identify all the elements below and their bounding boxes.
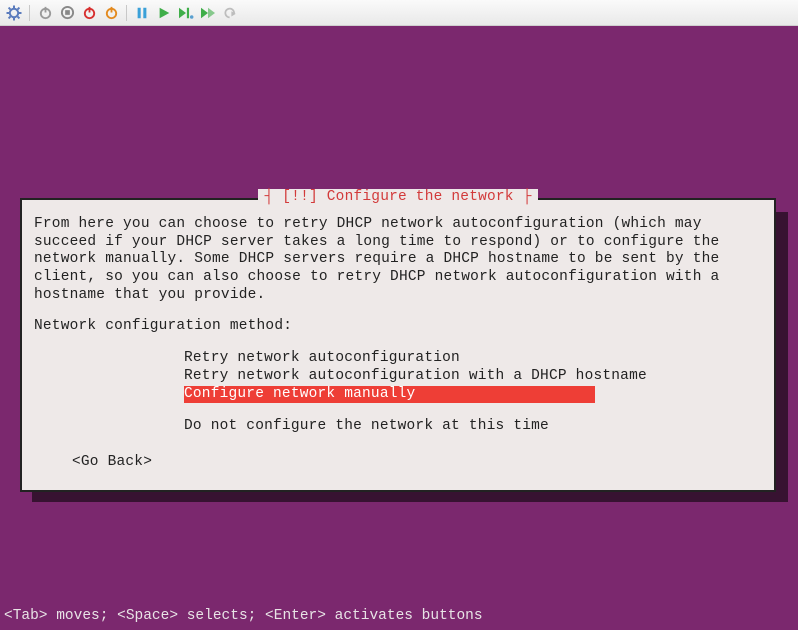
configure-network-dialog: ┤ [!!] Configure the network ├ From here… <box>20 198 776 492</box>
dialog-title-prefix: [!!] <box>282 189 327 205</box>
dialog-prompt: Network configuration method: <box>34 318 762 336</box>
option-configure-manually[interactable]: Configure network manually <box>184 386 595 404</box>
dialog-title-text: Configure the network <box>327 189 514 205</box>
footer-hint: <Tab> moves; <Space> selects; <Enter> ac… <box>4 608 483 624</box>
vm-screen: ┤ [!!] Configure the network ├ From here… <box>0 26 798 630</box>
settings-gear-icon[interactable] <box>4 3 24 23</box>
step-into-icon[interactable] <box>198 3 218 23</box>
go-back-button[interactable]: <Go Back> <box>72 454 152 472</box>
vm-toolbar <box>0 0 798 26</box>
dialog-body: From here you can choose to retry DHCP n… <box>34 216 762 304</box>
play-icon[interactable] <box>154 3 174 23</box>
network-method-options: Retry network autoconfiguration Retry ne… <box>184 350 762 436</box>
power-red-icon[interactable] <box>79 3 99 23</box>
undo-icon[interactable] <box>220 3 240 23</box>
dialog-title: ┤ [!!] Configure the network ├ <box>258 189 537 207</box>
step-over-icon[interactable] <box>176 3 196 23</box>
power-orange-icon[interactable] <box>101 3 121 23</box>
option-do-not-configure[interactable]: Do not configure the network at this tim… <box>184 418 549 436</box>
toolbar-separator <box>29 5 30 21</box>
option-spacer <box>184 403 762 418</box>
pause-icon[interactable] <box>132 3 152 23</box>
option-retry-autoconfig[interactable]: Retry network autoconfiguration <box>184 350 460 368</box>
dialog-title-wrap: ┤ [!!] Configure the network ├ <box>22 189 774 207</box>
option-retry-autoconfig-hostname[interactable]: Retry network autoconfiguration with a D… <box>184 368 647 386</box>
stop-grey-icon[interactable] <box>57 3 77 23</box>
power-grey-icon[interactable] <box>35 3 55 23</box>
toolbar-separator <box>126 5 127 21</box>
